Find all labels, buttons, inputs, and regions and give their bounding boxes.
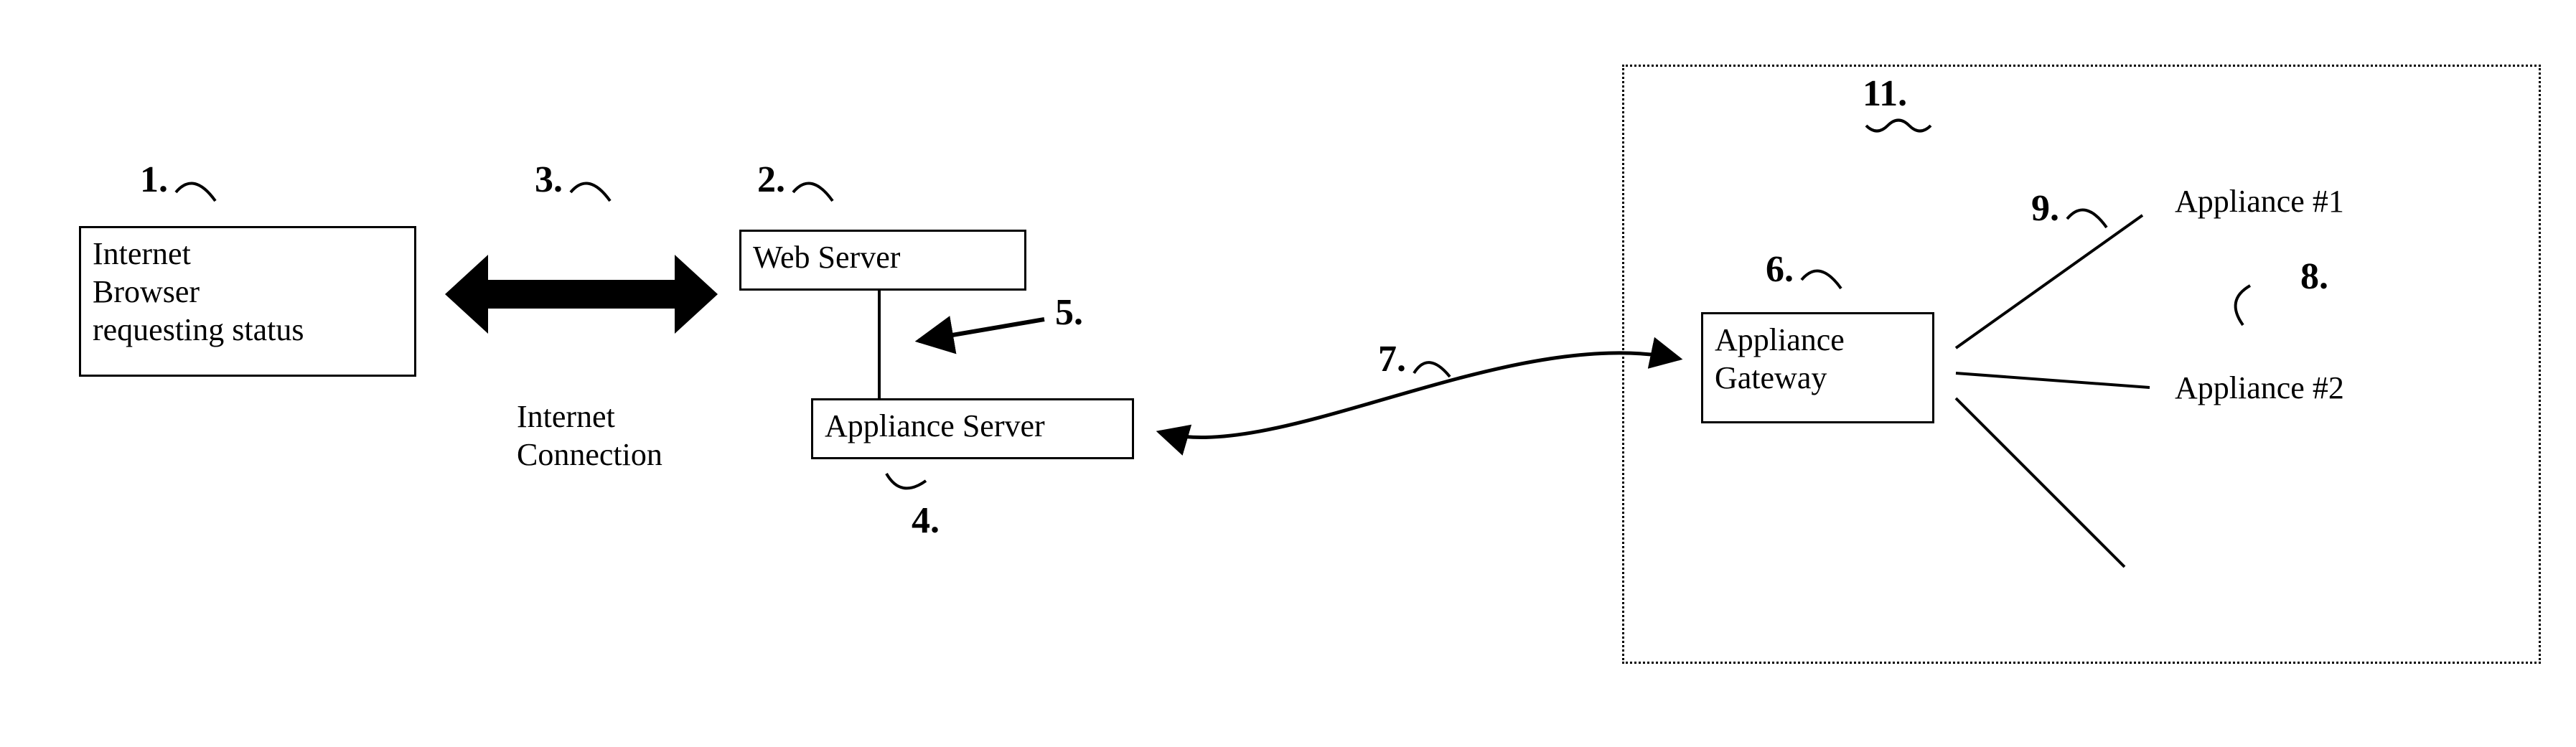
lead-4 [886,474,926,488]
appliance-gateway-label: Appliance Gateway [1703,314,1856,405]
ref-11: 11. [1863,75,1907,113]
applianceserver-to-gateway-curve [1159,353,1680,438]
appliance-2-label: Appliance #2 [2175,370,2344,408]
appliance-server-box: Appliance Server [811,398,1134,459]
ref-4: 4. [912,502,940,540]
internet-connection-arrow [445,255,718,334]
ref-8: 8. [2300,258,2328,296]
ref-1: 1. [140,161,168,199]
lead-2 [793,184,833,202]
ref-7: 7. [1378,341,1406,378]
web-server-box: Web Server [739,230,1026,291]
lead-5 [919,319,1044,341]
ref-2: 2. [757,161,785,199]
appliance-gateway-box: Appliance Gateway [1701,312,1934,423]
lead-1 [176,184,215,202]
lead-7 [1414,362,1450,377]
internet-browser-label: Internet Browser requesting status [81,228,316,356]
lead-3 [571,184,610,202]
internet-browser-box: Internet Browser requesting status [79,226,416,377]
web-server-label: Web Server [741,232,912,284]
ref-5: 5. [1055,294,1083,332]
appliance-server-label: Appliance Server [813,400,1057,453]
diagram-canvas: Internet Browser requesting status Web S… [0,0,2576,747]
internet-connection-label: Internet Connection [517,398,662,474]
ref-3: 3. [535,161,563,199]
appliance-1-label: Appliance #1 [2175,183,2344,221]
ref-9: 9. [2031,190,2059,227]
ref-6: 6. [1766,251,1794,288]
